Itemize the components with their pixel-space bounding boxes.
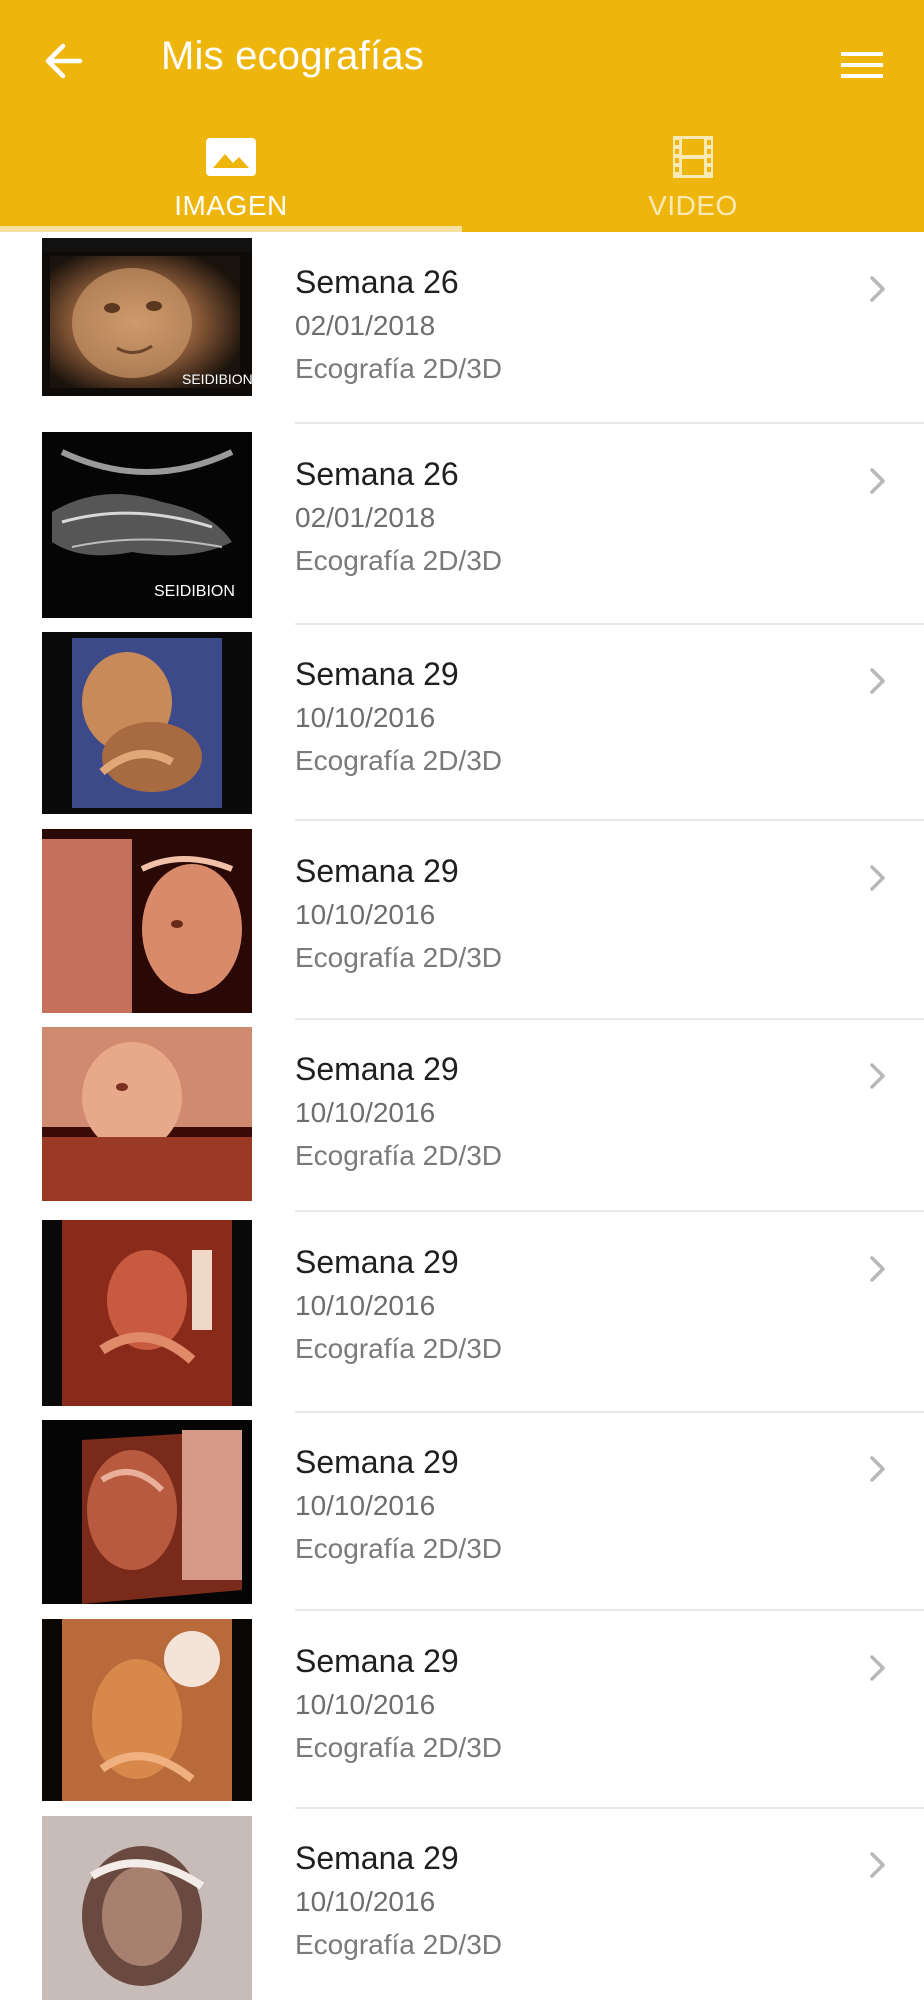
list-item[interactable]: Semana 29 10/10/2016 Ecografía 2D/3D bbox=[0, 1019, 924, 1212]
tab-label: IMAGEN bbox=[174, 190, 288, 221]
back-button[interactable] bbox=[38, 36, 88, 86]
item-title: Semana 26 bbox=[295, 264, 459, 300]
item-date: 10/10/2016 bbox=[295, 1886, 436, 1917]
list-item[interactable]: Semana 29 10/10/2016 Ecografía 2D/3D bbox=[0, 1611, 924, 1809]
app-bar: Mis ecografías IMAGEN VIDEO bbox=[0, 0, 924, 232]
ultrasound-thumbnail bbox=[42, 1816, 252, 2000]
chevron-right-icon bbox=[870, 468, 885, 494]
item-title: Semana 29 bbox=[295, 1643, 459, 1679]
chevron-right-icon bbox=[870, 1256, 885, 1282]
list-item[interactable]: Semana 29 10/10/2016 Ecografía 2D/3D bbox=[0, 1808, 924, 2000]
item-type: Ecografía 2D/3D bbox=[295, 942, 502, 973]
hamburger-menu-icon bbox=[841, 52, 883, 78]
item-title: Semana 29 bbox=[295, 1444, 459, 1480]
image-icon bbox=[206, 138, 256, 176]
list-item[interactable]: Semana 29 10/10/2016 Ecografía 2D/3D bbox=[0, 624, 924, 821]
chevron-right-icon bbox=[870, 1063, 885, 1089]
ultrasound-thumbnail: SEIDIBION bbox=[42, 238, 252, 396]
item-date: 02/01/2018 bbox=[295, 502, 436, 533]
chevron-right-icon bbox=[870, 1655, 885, 1681]
chevron-right-icon bbox=[870, 1456, 885, 1482]
item-title: Semana 29 bbox=[295, 656, 459, 692]
item-type: Ecografía 2D/3D bbox=[295, 1140, 502, 1171]
tab-imagen[interactable]: IMAGEN bbox=[0, 128, 462, 232]
ultrasound-thumbnail bbox=[42, 1619, 252, 1801]
item-date: 02/01/2018 bbox=[295, 310, 436, 341]
item-type: Ecografía 2D/3D bbox=[295, 545, 502, 576]
list-item[interactable]: Semana 29 10/10/2016 Ecografía 2D/3D bbox=[0, 1212, 924, 1413]
chevron-right-icon bbox=[870, 1852, 885, 1878]
list-item[interactable]: Semana 29 10/10/2016 Ecografía 2D/3D bbox=[0, 821, 924, 1020]
item-type: Ecografía 2D/3D bbox=[295, 1533, 502, 1564]
page-title: Mis ecografías bbox=[161, 34, 424, 78]
ultrasound-thumbnail bbox=[42, 1027, 252, 1201]
list-item[interactable]: SEIDIBION Semana 26 02/01/2018 Ecografía… bbox=[0, 424, 924, 625]
chevron-right-icon bbox=[870, 276, 885, 302]
list-item[interactable]: Semana 29 10/10/2016 Ecografía 2D/3D bbox=[0, 1412, 924, 1611]
ultrasound-thumbnail bbox=[42, 829, 252, 1013]
item-title: Semana 29 bbox=[295, 853, 459, 889]
item-title: Semana 29 bbox=[295, 1244, 459, 1280]
chevron-right-icon bbox=[870, 668, 885, 694]
watermark-text: SEIDIBION bbox=[182, 371, 252, 387]
item-type: Ecografía 2D/3D bbox=[295, 1732, 502, 1763]
item-date: 10/10/2016 bbox=[295, 1490, 436, 1521]
ultrasound-thumbnail bbox=[42, 632, 252, 814]
watermark-text: SEIDIBION bbox=[154, 583, 235, 600]
tab-label: VIDEO bbox=[648, 190, 738, 221]
item-date: 10/10/2016 bbox=[295, 899, 436, 930]
item-date: 10/10/2016 bbox=[295, 702, 436, 733]
ultrasound-thumbnail: SEIDIBION bbox=[42, 432, 252, 618]
item-date: 10/10/2016 bbox=[295, 1097, 436, 1128]
ultrasound-thumbnail bbox=[42, 1220, 252, 1406]
item-date: 10/10/2016 bbox=[295, 1689, 436, 1720]
list-item[interactable]: SEIDIBION Semana 26 02/01/2018 Ecografía… bbox=[0, 232, 924, 424]
arrow-left-icon bbox=[45, 43, 83, 79]
item-title: Semana 29 bbox=[295, 1840, 459, 1876]
item-type: Ecografía 2D/3D bbox=[295, 353, 502, 384]
tab-video[interactable]: VIDEO bbox=[462, 128, 924, 232]
item-title: Semana 29 bbox=[295, 1051, 459, 1087]
item-date: 10/10/2016 bbox=[295, 1290, 436, 1321]
chevron-right-icon bbox=[870, 865, 885, 891]
ultrasound-thumbnail bbox=[42, 1420, 252, 1604]
item-type: Ecografía 2D/3D bbox=[295, 1929, 502, 1960]
menu-button[interactable] bbox=[834, 40, 890, 90]
film-icon bbox=[673, 136, 713, 178]
item-title: Semana 26 bbox=[295, 456, 459, 492]
item-type: Ecografía 2D/3D bbox=[295, 745, 502, 776]
item-type: Ecografía 2D/3D bbox=[295, 1333, 502, 1364]
